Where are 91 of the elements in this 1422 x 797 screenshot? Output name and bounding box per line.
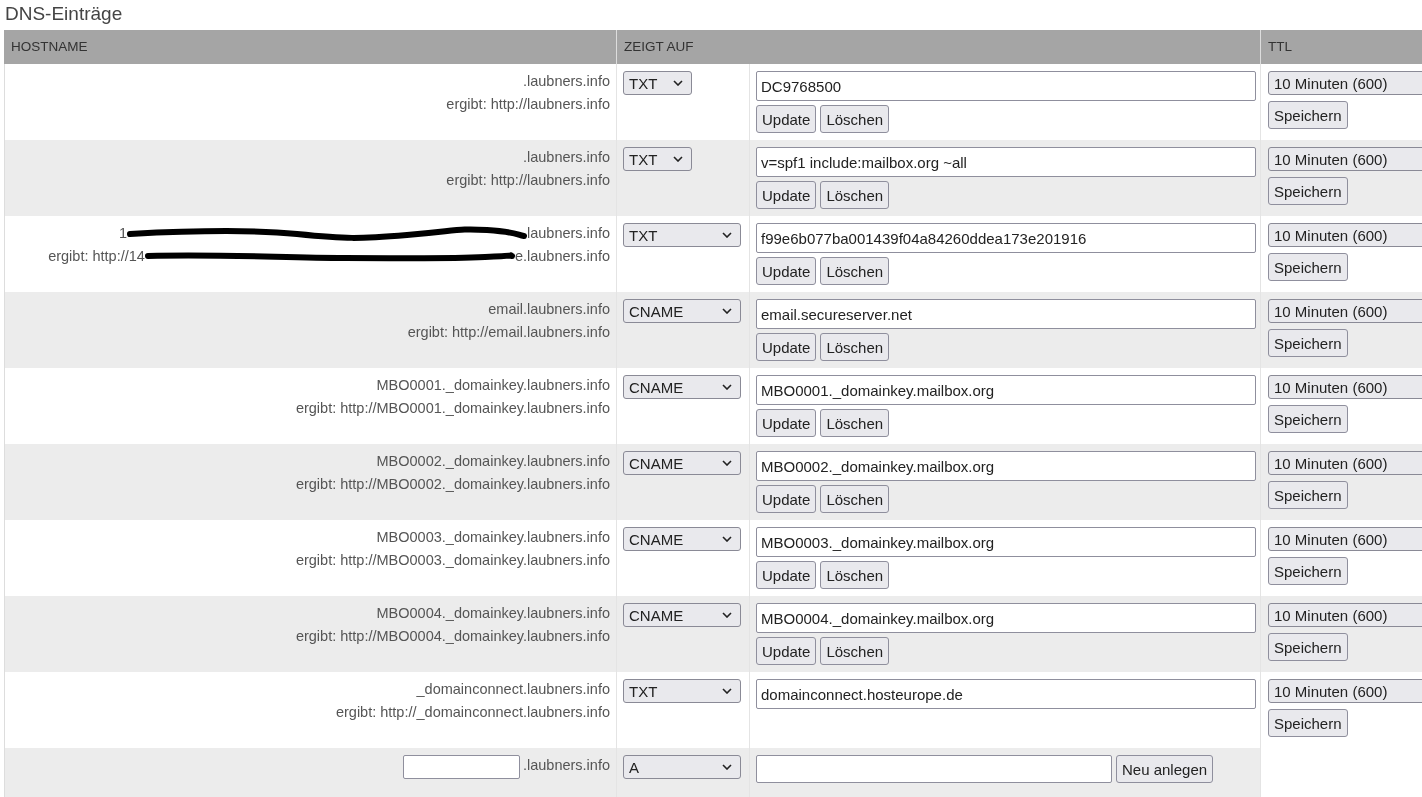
update-button[interactable]: Update <box>756 637 817 665</box>
record-type-select[interactable]: CNAME <box>623 299 741 323</box>
resolved-url: ergibt: http://laubners.info <box>446 171 610 190</box>
update-button[interactable]: Update <box>756 105 817 133</box>
chevron-down-icon <box>722 536 732 542</box>
resolved-url: ergibt: http://MBO0002._domainkey.laubners.info <box>295 475 610 494</box>
record-value-field[interactable]: email.secureserver.net <box>756 299 1256 329</box>
resolved-url: ergibt: http://MBO0004._domainkey.laubners.info <box>295 627 610 646</box>
resolved-url: ergibt: http://laubners.info <box>446 95 610 114</box>
record-type-select[interactable]: TXT <box>623 71 692 95</box>
record-type-select[interactable]: TXT <box>623 679 741 703</box>
save-button[interactable]: Speichern <box>1268 405 1348 433</box>
chevron-down-icon <box>673 156 683 162</box>
chevron-down-icon <box>673 80 683 86</box>
chevron-down-icon <box>722 612 732 618</box>
delete-button[interactable]: Löschen <box>820 181 890 209</box>
record-value-field[interactable]: f99e6b077ba001439f04a84260ddea173e201916 <box>756 223 1256 253</box>
hostname: MBO0002._domainkey.laubners.info <box>376 452 610 471</box>
save-button[interactable]: Speichern <box>1268 177 1348 205</box>
update-button[interactable]: Update <box>756 485 817 513</box>
record-value-field[interactable]: DC9768500 <box>756 71 1256 101</box>
resolved-url: ergibt: http://MBO0003._domainkey.laubners.info <box>295 551 610 570</box>
chevron-down-icon <box>722 460 732 466</box>
save-button[interactable]: Speichern <box>1268 253 1348 281</box>
delete-button[interactable]: Löschen <box>820 409 890 437</box>
record-value-field[interactable]: MBO0002._domainkey.mailbox.org <box>756 451 1256 481</box>
chevron-down-icon <box>722 688 732 694</box>
save-button[interactable]: Speichern <box>1268 709 1348 737</box>
hostname: .laubners.info <box>522 72 610 91</box>
column-header: ZEIGT AUF <box>617 30 1261 64</box>
column-header: TTL <box>1261 30 1422 64</box>
chevron-down-icon <box>722 764 732 770</box>
resolved-url: ergibt: http://14 <box>48 247 145 266</box>
record-value-field[interactable]: MBO0004._domainkey.mailbox.org <box>756 603 1256 633</box>
save-button[interactable]: Speichern <box>1268 329 1348 357</box>
hostname: laubners.info <box>526 224 610 243</box>
record-type-select[interactable]: CNAME <box>623 375 741 399</box>
delete-button[interactable]: Löschen <box>820 333 890 361</box>
delete-button[interactable]: Löschen <box>820 105 890 133</box>
chevron-down-icon <box>722 308 732 314</box>
record-type-select[interactable]: CNAME <box>623 451 741 475</box>
hostname: MBO0004._domainkey.laubners.info <box>376 604 610 623</box>
delete-button[interactable]: Löschen <box>820 561 890 589</box>
update-button[interactable]: Update <box>756 409 817 437</box>
ttl-select[interactable]: 10 Minuten (600) <box>1268 223 1422 247</box>
hostname: _domainconnect.laubners.info <box>416 680 610 699</box>
hostname: 1 <box>118 224 127 243</box>
record-value-field[interactable] <box>756 755 1112 783</box>
ttl-select[interactable]: 10 Minuten (600) <box>1268 299 1422 323</box>
ttl-select[interactable]: 10 Minuten (600) <box>1268 451 1422 475</box>
ttl-select[interactable]: 10 Minuten (600) <box>1268 375 1422 399</box>
record-value-field[interactable]: MBO0003._domainkey.mailbox.org <box>756 527 1256 557</box>
resolved-url: ergibt: http://_domainconnect.laubners.info <box>335 703 610 722</box>
save-button[interactable]: Speichern <box>1268 481 1348 509</box>
hostname: .laubners.info <box>522 148 610 167</box>
resolved-url: ergibt: http://MBO0001._domainkey.laubners.info <box>295 399 610 418</box>
ttl-select[interactable]: 10 Minuten (600) <box>1268 147 1422 171</box>
ttl-select[interactable]: 10 Minuten (600) <box>1268 71 1422 95</box>
hostname: MBO0003._domainkey.laubners.info <box>376 528 610 547</box>
record-type-select[interactable]: A <box>623 755 741 779</box>
record-type-select[interactable]: TXT <box>623 223 741 247</box>
record-value-field[interactable]: domainconnect.hosteurope.de <box>756 679 1256 709</box>
record-type-select[interactable]: TXT <box>623 147 692 171</box>
ttl-select[interactable]: 10 Minuten (600) <box>1268 679 1422 703</box>
hostname: email.laubners.info <box>488 300 610 319</box>
page-title: DNS-Einträge <box>4 2 124 26</box>
delete-button[interactable]: Löschen <box>820 637 890 665</box>
column-header: HOSTNAME <box>4 30 617 64</box>
save-button[interactable]: Speichern <box>1268 633 1348 661</box>
ttl-select[interactable]: 10 Minuten (600) <box>1268 527 1422 551</box>
record-value-field[interactable]: MBO0001._domainkey.mailbox.org <box>756 375 1256 405</box>
save-button[interactable]: Speichern <box>1268 557 1348 585</box>
update-button[interactable]: Update <box>756 257 817 285</box>
domain-suffix: .laubners.info <box>522 756 610 775</box>
chevron-down-icon <box>722 232 732 238</box>
hostname-field[interactable] <box>402 755 520 779</box>
chevron-down-icon <box>722 384 732 390</box>
update-button[interactable]: Update <box>756 561 817 589</box>
ttl-select[interactable]: 10 Minuten (600) <box>1268 603 1422 627</box>
resolved-url: e.laubners.info <box>514 247 610 266</box>
hostname: MBO0001._domainkey.laubners.info <box>376 376 610 395</box>
update-button[interactable]: Update <box>756 333 817 361</box>
create-button[interactable]: Neu anlegen <box>1116 755 1214 783</box>
delete-button[interactable]: Löschen <box>820 485 890 513</box>
save-button[interactable]: Speichern <box>1268 101 1348 129</box>
delete-button[interactable]: Löschen <box>820 257 890 285</box>
record-value-field[interactable]: v=spf1 include:mailbox.org ~all <box>756 147 1256 177</box>
resolved-url: ergibt: http://email.laubners.info <box>407 323 610 342</box>
update-button[interactable]: Update <box>756 181 817 209</box>
record-type-select[interactable]: CNAME <box>623 603 741 627</box>
record-type-select[interactable]: CNAME <box>623 527 741 551</box>
